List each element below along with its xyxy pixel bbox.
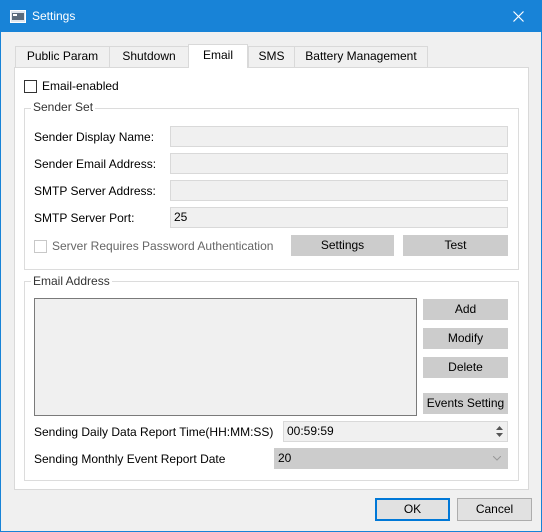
- smtp-server-port-field[interactable]: 25: [170, 207, 508, 228]
- close-icon: [513, 11, 524, 22]
- add-button[interactable]: Add: [423, 299, 508, 320]
- sender-email-address-field[interactable]: [170, 153, 508, 174]
- tab-shutdown[interactable]: Shutdown: [109, 46, 189, 67]
- email-enabled-label: Email-enabled: [42, 79, 119, 93]
- settings-window: Settings Public Param Shutdown Email SMS…: [0, 0, 542, 532]
- smtp-server-address-label: SMTP Server Address:: [34, 184, 156, 198]
- window-title: Settings: [32, 9, 76, 23]
- settings-button[interactable]: Settings: [291, 235, 394, 256]
- delete-button[interactable]: Delete: [423, 357, 508, 378]
- sender-email-address-label: Sender Email Address:: [34, 157, 157, 171]
- daily-report-time-field[interactable]: 00:59:59: [283, 421, 508, 442]
- password-auth-label: Server Requires Password Authentication: [52, 239, 274, 253]
- monthly-report-date-label: Sending Monthly Event Report Date: [34, 452, 226, 466]
- modify-button[interactable]: Modify: [423, 328, 508, 349]
- title-bar[interactable]: Settings: [1, 1, 541, 32]
- sender-set-title: Sender Set: [31, 100, 96, 114]
- chevron-down-icon: [493, 456, 501, 461]
- smtp-server-address-field[interactable]: [170, 180, 508, 201]
- ok-button[interactable]: OK: [375, 498, 450, 521]
- events-setting-button[interactable]: Events Setting: [423, 393, 508, 414]
- password-auth-checkbox[interactable]: [34, 240, 47, 253]
- tab-public-param[interactable]: Public Param: [15, 46, 110, 67]
- spin-arrows-icon[interactable]: [495, 424, 504, 439]
- cancel-button[interactable]: Cancel: [457, 498, 532, 521]
- tab-email[interactable]: Email: [188, 44, 248, 68]
- monthly-report-date-value: 20: [278, 451, 292, 465]
- test-button[interactable]: Test: [403, 235, 508, 256]
- monthly-report-date-select[interactable]: 20: [274, 448, 508, 469]
- email-enabled-checkbox[interactable]: [24, 80, 37, 93]
- daily-report-time-value: 00:59:59: [287, 424, 334, 438]
- tab-battery-management[interactable]: Battery Management: [294, 46, 428, 67]
- app-icon: [10, 10, 26, 23]
- email-address-title: Email Address: [31, 274, 112, 288]
- sender-display-name-field[interactable]: [170, 126, 508, 147]
- tab-sms[interactable]: SMS: [248, 46, 295, 67]
- email-address-list[interactable]: [34, 298, 417, 416]
- sender-display-name-label: Sender Display Name:: [34, 130, 155, 144]
- email-tab-panel: Email-enabled Sender Set Sender Display …: [14, 67, 529, 490]
- smtp-server-port-label: SMTP Server Port:: [34, 211, 135, 225]
- daily-report-time-label: Sending Daily Data Report Time(HH:MM:SS): [34, 425, 274, 439]
- close-button[interactable]: [496, 1, 541, 32]
